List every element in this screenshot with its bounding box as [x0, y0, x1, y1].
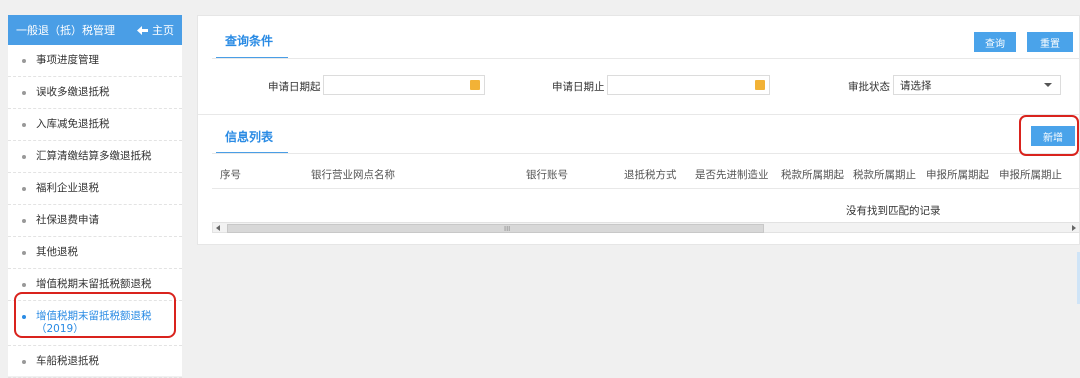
bullet-icon [22, 219, 26, 223]
divider [198, 114, 1080, 115]
reset-button[interactable]: 重置 [1027, 32, 1073, 52]
sidebar-item-welfare[interactable]: 福利企业退税 [8, 173, 182, 205]
divider [212, 188, 1080, 189]
column-header[interactable]: 银行账号 [526, 167, 568, 182]
bullet-icon [22, 59, 26, 63]
scrollbar-thumb[interactable]: III [227, 224, 764, 233]
end-date-label: 申请日期止 [552, 81, 605, 93]
sidebar-title: 一般退（抵）税管理 [16, 24, 115, 37]
bullet-icon [22, 155, 26, 159]
sidebar-item-label: 汇算清缴结算多缴退抵税 [36, 150, 152, 162]
divider [212, 58, 1080, 59]
sidebar-item-label: 社保退费申请 [36, 214, 99, 226]
back-arrow-icon [137, 25, 148, 35]
empty-table-message: 没有找到匹配的记录 [846, 205, 941, 217]
column-header[interactable]: 申报所属期止 [999, 167, 1062, 182]
sidebar-item-vehicle-tax[interactable]: 车船税退抵税 [8, 346, 182, 378]
status-label: 审批状态 [848, 81, 890, 93]
sidebar: 一般退（抵）税管理 主页 事项进度管理 误收多缴退抵税 入库减免退抵税 汇算清缴… [8, 15, 182, 378]
sidebar-item-progress[interactable]: 事项进度管理 [8, 45, 182, 77]
main-content: 查询条件 查询 重置 申请日期起 申请日期止 审批状态 请选择 信息列表 新增 … [197, 15, 1080, 376]
start-date-input[interactable] [323, 75, 485, 95]
sidebar-header: 一般退（抵）税管理 主页 [8, 15, 182, 45]
calendar-icon[interactable] [755, 80, 765, 90]
sidebar-item-label: 增值税期末留抵税额退税 [36, 278, 152, 290]
sidebar-item-label: 其他退税 [36, 246, 78, 258]
sidebar-item-social-security[interactable]: 社保退费申请 [8, 205, 182, 237]
horizontal-scrollbar[interactable]: III [212, 222, 1080, 233]
column-header[interactable]: 税款所属期止 [853, 167, 916, 182]
sidebar-item-label: 入库减免退抵税 [36, 118, 110, 130]
sidebar-item-label: 增值税期末留抵税额退税 （2019） [36, 310, 152, 335]
sidebar-item-label: 误收多缴退抵税 [36, 86, 110, 98]
column-header[interactable]: 是否先进制造业 [695, 167, 769, 182]
grip-icon: III [504, 225, 511, 233]
scroll-right-icon[interactable] [1072, 225, 1076, 231]
sidebar-item-label: 事项进度管理 [36, 54, 99, 66]
content-panel: 查询条件 查询 重置 申请日期起 申请日期止 审批状态 请选择 信息列表 新增 … [197, 15, 1080, 245]
sidebar-item-vat-refund-2019[interactable]: 增值税期末留抵税额退税 （2019） [8, 301, 182, 346]
column-header[interactable]: 税款所属期起 [781, 167, 844, 182]
divider [212, 153, 1080, 154]
add-button[interactable]: 新增 [1031, 126, 1075, 146]
bullet-icon [22, 360, 26, 364]
column-header[interactable]: 序号 [220, 167, 241, 182]
bullet-icon [22, 91, 26, 95]
start-date-label: 申请日期起 [268, 81, 321, 93]
sidebar-item-other[interactable]: 其他退税 [8, 237, 182, 269]
column-header[interactable]: 退抵税方式 [624, 167, 677, 182]
bullet-icon [22, 283, 26, 287]
chevron-down-icon [1044, 83, 1052, 87]
bullet-icon [22, 123, 26, 127]
home-label: 主页 [152, 24, 174, 37]
sidebar-item-overpaid[interactable]: 误收多缴退抵税 [8, 77, 182, 109]
sidebar-item-settlement[interactable]: 汇算清缴结算多缴退抵税 [8, 141, 182, 173]
sidebar-item-reduction[interactable]: 入库减免退抵税 [8, 109, 182, 141]
list-section-title: 信息列表 [225, 130, 274, 144]
status-select-value: 请选择 [900, 80, 932, 92]
column-header[interactable]: 申报所属期起 [926, 167, 989, 182]
home-link[interactable]: 主页 [137, 22, 174, 38]
status-select[interactable]: 请选择 [893, 75, 1061, 95]
end-date-input[interactable] [607, 75, 770, 95]
bullet-icon [22, 187, 26, 191]
bullet-icon [22, 315, 26, 319]
sidebar-item-label: 福利企业退税 [36, 182, 99, 194]
bullet-icon [22, 251, 26, 255]
scroll-left-icon[interactable] [216, 225, 220, 231]
query-section-title: 查询条件 [225, 34, 274, 48]
calendar-icon[interactable] [470, 80, 480, 90]
search-button[interactable]: 查询 [974, 32, 1016, 52]
column-header[interactable]: 银行营业网点名称 [311, 167, 395, 182]
sidebar-item-label: 车船税退抵税 [36, 355, 99, 367]
sidebar-item-vat-refund[interactable]: 增值税期末留抵税额退税 [8, 269, 182, 301]
